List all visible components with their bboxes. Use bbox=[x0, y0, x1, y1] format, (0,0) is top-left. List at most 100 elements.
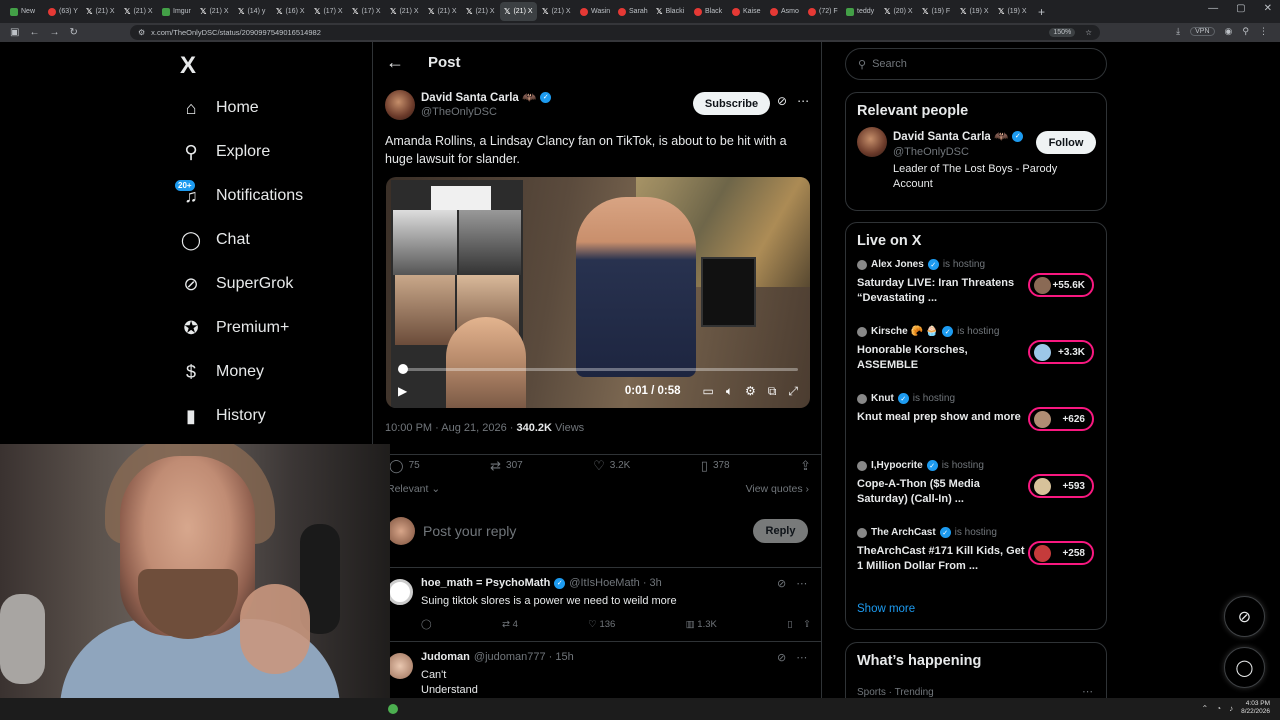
browser-tab[interactable]: 𝕏 (17) X bbox=[310, 2, 347, 21]
grok-icon[interactable]: ⊘ bbox=[777, 651, 786, 664]
live-host[interactable]: I,Hypocrite ✓ is hosting bbox=[857, 460, 984, 471]
new-tab-icon[interactable]: + bbox=[1038, 5, 1045, 19]
browser-tab[interactable]: 𝕏 (14) y bbox=[234, 2, 271, 21]
reply-author-name[interactable]: Judoman bbox=[421, 651, 470, 663]
site-info-icon[interactable]: ⚙ bbox=[138, 28, 145, 37]
browser-tab[interactable]: Asmo bbox=[766, 2, 803, 21]
browser-tab[interactable]: 𝕏 (21) X bbox=[462, 2, 499, 21]
author-handle[interactable]: @TheOnlyDSC bbox=[421, 106, 551, 118]
browser-tab[interactable]: 𝕏 (21) X bbox=[196, 2, 233, 21]
reply-bookmark-share[interactable]: ▯ ⇪ bbox=[787, 619, 811, 630]
sidebar-toggle-icon[interactable]: ▣ bbox=[10, 27, 19, 38]
pip-icon[interactable]: ⧉ bbox=[768, 384, 777, 399]
browser-tab[interactable]: 𝕏 Blacki bbox=[652, 2, 689, 21]
like-action[interactable]: ♡ 3.2K bbox=[593, 458, 630, 474]
grok-fab-icon[interactable]: ⊘ bbox=[1224, 596, 1265, 637]
nav-item-chat[interactable]: ◯ Chat bbox=[180, 218, 360, 262]
browser-tab[interactable]: Sarah bbox=[614, 2, 651, 21]
reply-input[interactable]: Post your reply bbox=[423, 523, 516, 539]
browser-tab[interactable]: 𝕏 (21) X bbox=[120, 2, 157, 21]
reply-like-action[interactable]: ♡ 136 bbox=[588, 619, 615, 630]
zoom-badge[interactable]: 150% bbox=[1049, 28, 1076, 37]
browser-tab[interactable]: Kaise bbox=[728, 2, 765, 21]
nav-item-notifications[interactable]: ♫ 20+ Notifications bbox=[174, 174, 360, 218]
live-host[interactable]: Knut ✓ is hosting bbox=[857, 393, 955, 404]
more-icon[interactable]: ⋯ bbox=[796, 577, 807, 590]
browser-tab[interactable]: 𝕏 (21) X bbox=[386, 2, 423, 21]
browser-tab[interactable]: 𝕏 (20) X bbox=[880, 2, 917, 21]
nav-item-history[interactable]: ▮ History bbox=[180, 394, 360, 438]
browser-tab[interactable]: teddy bbox=[842, 2, 879, 21]
live-title[interactable]: Saturday LIVE: Iran Threatens “Devastati… bbox=[857, 276, 1029, 306]
profile-icon[interactable]: ◉ bbox=[1225, 26, 1233, 37]
person-handle[interactable]: @TheOnlyDSC bbox=[893, 146, 969, 158]
nav-item-premium[interactable]: ✪ Premium+ bbox=[180, 306, 360, 350]
app-icon[interactable] bbox=[388, 704, 398, 714]
menu-icon[interactable]: ⋮ bbox=[1259, 26, 1268, 37]
extensions-icon[interactable]: ⚲ bbox=[1242, 26, 1249, 37]
back-arrow-icon[interactable]: ← bbox=[386, 52, 404, 73]
live-space-item[interactable]: The ArchCast ✓ is hosting TheArchCast #171 … bbox=[846, 519, 1106, 586]
nav-item-money[interactable]: $ Money bbox=[180, 350, 360, 394]
post-video[interactable]: ▶ 0:01 / 0:58 ▭ 🔈︎ ⚙ ⧉ ⤢ bbox=[386, 177, 810, 408]
fullscreen-icon[interactable]: ⤢ bbox=[788, 384, 798, 399]
browser-tab[interactable]: 𝕏 (21) X bbox=[82, 2, 119, 21]
browser-tab[interactable]: 𝕏 (19) F bbox=[918, 2, 955, 21]
sort-dropdown[interactable]: Relevant ⌄ bbox=[387, 483, 440, 495]
avatar[interactable] bbox=[857, 127, 887, 157]
browser-tab[interactable]: 𝕏 (21) X bbox=[500, 2, 537, 21]
browser-tab[interactable]: 𝕏 (19) X bbox=[994, 2, 1031, 21]
relevant-person[interactable]: David Santa Carla 🦇 ✓ @TheOnlyDSC Leader … bbox=[846, 119, 1106, 199]
host-name[interactable]: Knut bbox=[871, 393, 894, 404]
listener-count-pill[interactable]: +3.3K bbox=[1028, 340, 1094, 364]
show-more-link[interactable]: Show more bbox=[857, 603, 915, 615]
live-title[interactable]: Honorable Korsches, ASSEMBLE bbox=[857, 343, 1029, 373]
reply-action[interactable]: ◯ 75 bbox=[389, 458, 420, 474]
browser-tab[interactable]: 𝕏 (19) X bbox=[956, 2, 993, 21]
nav-item-supergrok[interactable]: ⊘ SuperGrok bbox=[180, 262, 360, 306]
host-name[interactable]: The ArchCast bbox=[871, 527, 936, 538]
grok-icon[interactable]: ⊘ bbox=[777, 577, 786, 590]
more-icon[interactable]: ⋯ bbox=[1082, 685, 1093, 698]
messages-fab-icon[interactable]: ◯ bbox=[1224, 647, 1265, 688]
reply-author-name[interactable]: hoe_math = PsychoMath bbox=[421, 577, 550, 589]
browser-tab[interactable]: (72) F bbox=[804, 2, 841, 21]
vpn-badge[interactable]: VPN bbox=[1190, 27, 1215, 36]
search-input[interactable]: ⚲ Search bbox=[845, 48, 1107, 80]
listener-count-pill[interactable]: +593 bbox=[1028, 474, 1094, 498]
nav-item-explore[interactable]: ⚲ Explore bbox=[180, 130, 360, 174]
reply-button[interactable]: Reply bbox=[753, 519, 808, 543]
browser-tab[interactable]: (63) Y bbox=[44, 2, 81, 21]
live-title[interactable]: Cope-A-Thon ($5 Media Saturday) (Call-In… bbox=[857, 477, 1029, 507]
avatar[interactable] bbox=[387, 653, 413, 679]
browser-tab[interactable]: 𝕏 (21) X bbox=[538, 2, 575, 21]
browser-tab[interactable]: 𝕏 (21) X bbox=[424, 2, 461, 21]
live-title[interactable]: TheArchCast #171 Kill Kids, Get 1 Millio… bbox=[857, 544, 1029, 574]
reply-reply-action[interactable]: ◯ bbox=[421, 619, 432, 630]
scrubber-handle[interactable] bbox=[398, 364, 408, 374]
live-title[interactable]: Knut meal prep show and more bbox=[857, 410, 1029, 425]
post-author[interactable]: David Santa Carla 🦇 ✓ @TheOnlyDSC bbox=[385, 90, 552, 120]
live-space-item[interactable]: I,Hypocrite ✓ is hosting Cope-A-Thon ($5 Me… bbox=[846, 452, 1106, 519]
maximize-icon[interactable]: ▢ bbox=[1236, 3, 1245, 14]
live-space-item[interactable]: Alex Jones ✓ is hosting Saturday LIVE: Iran… bbox=[846, 251, 1106, 318]
star-icon[interactable]: ☆ bbox=[1085, 28, 1092, 37]
browser-tab[interactable]: Imgur bbox=[158, 2, 195, 21]
address-bar[interactable]: ⚙ x.com/TheOnlyDSC/status/20909975490165… bbox=[130, 25, 1100, 40]
chevron-up-icon[interactable]: ⌃ bbox=[1202, 704, 1209, 713]
reply-author-handle[interactable]: @ItIsHoeMath · 3h bbox=[569, 577, 661, 589]
volume-icon[interactable]: 🔈︎ bbox=[726, 384, 733, 399]
follow-button[interactable]: Follow bbox=[1036, 131, 1096, 154]
browser-tab[interactable]: Black bbox=[690, 2, 727, 21]
share-action[interactable]: ⇪ bbox=[800, 458, 811, 474]
minimize-icon[interactable]: — bbox=[1208, 3, 1218, 14]
live-space-item[interactable]: Kirsche 🥐 🧁 ✓ is hosting Honorable Korsches… bbox=[846, 318, 1106, 385]
reply-author-handle[interactable]: @judoman777 · 15h bbox=[474, 651, 574, 663]
repost-action[interactable]: ⇄ 307 bbox=[490, 458, 523, 474]
avatar[interactable] bbox=[387, 517, 415, 545]
reply-item[interactable]: Judoman @judoman777 · 15h Can't Understand… bbox=[373, 643, 821, 698]
reply-views-action[interactable]: ▥ 1.3K bbox=[686, 619, 717, 630]
x-logo[interactable]: X bbox=[180, 52, 196, 80]
clock[interactable]: 4:03 PM 8/22/2026 bbox=[1241, 700, 1270, 716]
forward-icon[interactable]: → bbox=[49, 27, 59, 38]
